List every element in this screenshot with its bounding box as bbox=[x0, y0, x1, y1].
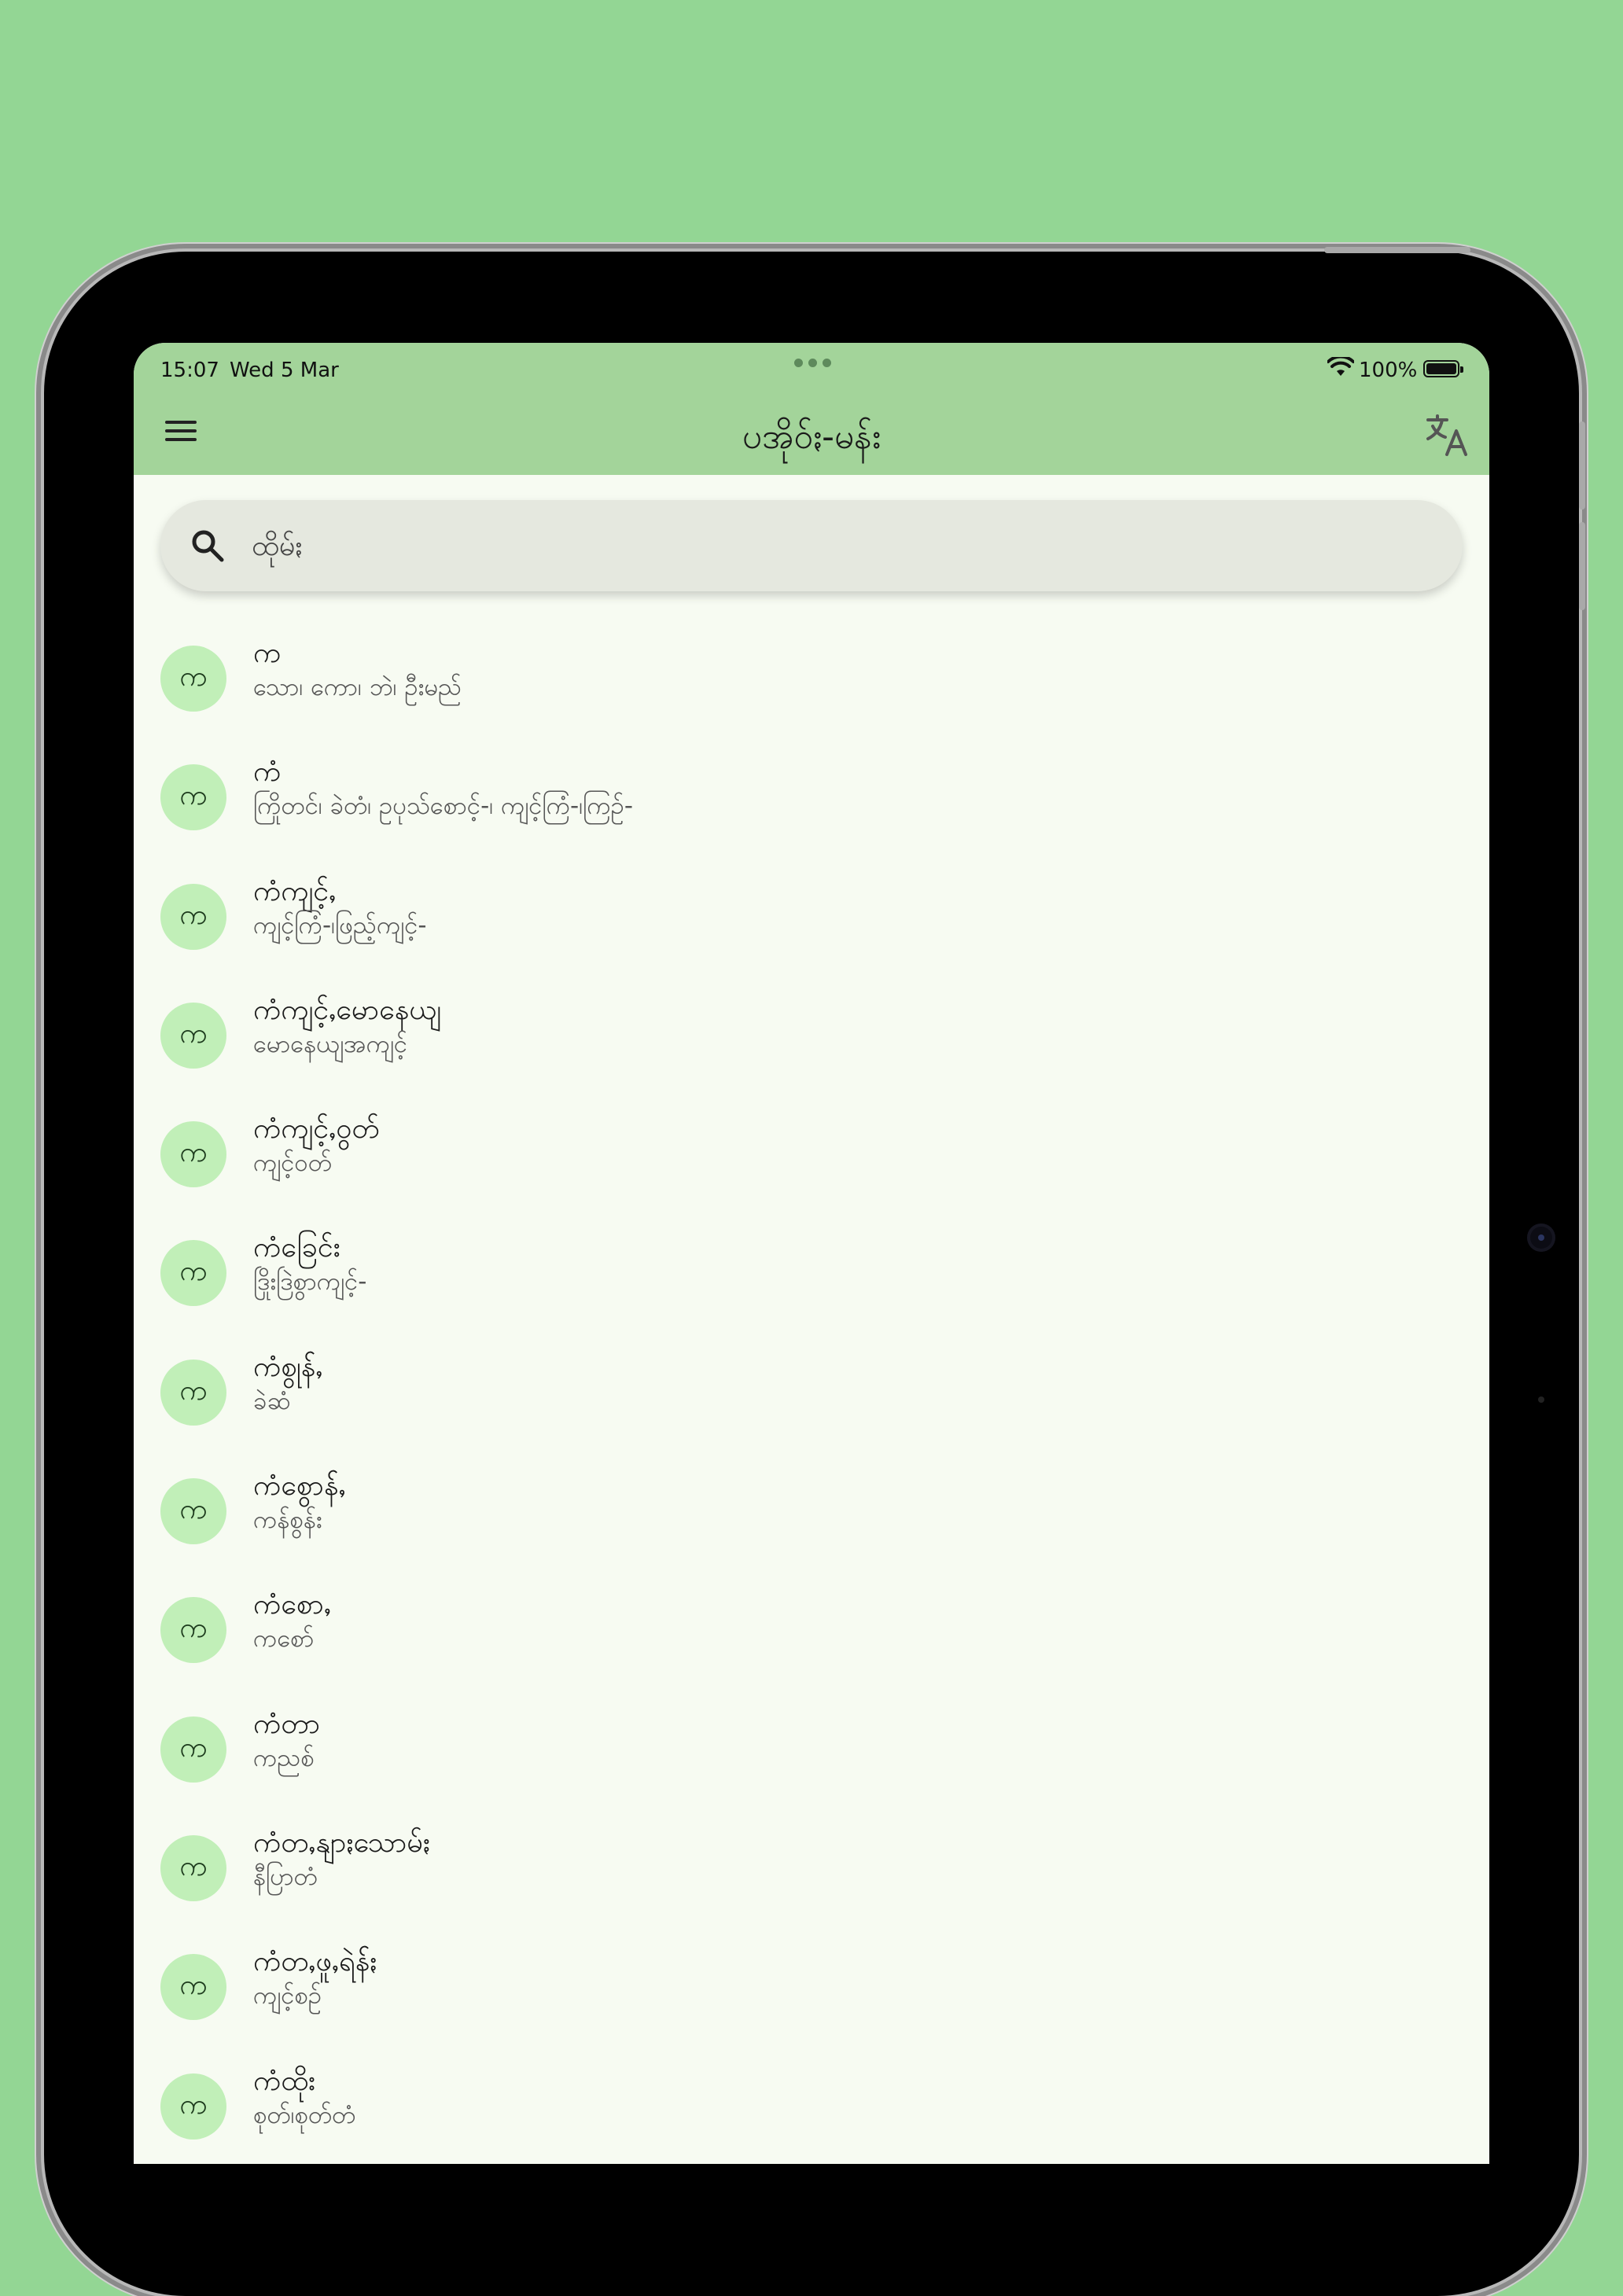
entry-meaning: ကြိုတင်၊ ခဲတံ၊ ဥပုသ်စောင့်-၊ ကျင့်ကြံ-၊က… bbox=[253, 792, 634, 821]
volume-down-button bbox=[1579, 522, 1585, 610]
letter-avatar: က bbox=[160, 1597, 226, 1664]
top-button bbox=[1324, 247, 1470, 253]
list-item[interactable]: က ကံခြေင်းဒြိုးဒြဲစွာကျင့်- bbox=[134, 1214, 1489, 1333]
list-item[interactable]: ကကသော၊ ကော၊ ဘဲ၊ ဦးမည် bbox=[134, 620, 1489, 738]
entry-word: ကံစွောန််ႇ bbox=[253, 1470, 346, 1503]
app-screen: 15:07 Wed 5 Mar 100% ပအိုဝ်ႏ-မန်း ထိုမ်ႏ… bbox=[134, 343, 1489, 2164]
list-item[interactable]: က ကံကျင့်ႇဝွတ်ကျင့်ဝတ် bbox=[134, 1095, 1489, 1214]
list-item[interactable]: က ကံတႇဖူႇရဲန််ႏ ကျင့်စဥ် bbox=[134, 1928, 1489, 2047]
list-item[interactable]: က ကံကျင့်ႇကျင့်ကြံ-၊ဖြည့်ကျင့်- bbox=[134, 858, 1489, 977]
list-item[interactable]: က ကံစွုန််ႇခဲဆံ bbox=[134, 1334, 1489, 1452]
entry-meaning: ကစော် bbox=[253, 1624, 315, 1654]
letter-avatar: က bbox=[160, 764, 226, 831]
status-time: 15:07 bbox=[160, 359, 219, 382]
entry-meaning: ဒြိုးဒြဲစွာကျင့်- bbox=[253, 1268, 367, 1297]
letter-avatar: က bbox=[160, 1002, 226, 1069]
letter-avatar: က bbox=[160, 1834, 226, 1901]
page-title: ပအိုဝ်ႏ-မန်း bbox=[742, 417, 881, 457]
multitasking-dots-icon[interactable] bbox=[794, 359, 831, 367]
letter-avatar: က bbox=[160, 1478, 226, 1545]
camera-icon bbox=[1527, 1223, 1555, 1252]
entry-word: ကံ bbox=[253, 756, 282, 789]
letter-avatar: က bbox=[160, 1240, 226, 1307]
list-item[interactable]: က ကံတာကညစ် bbox=[134, 1691, 1489, 1809]
entry-word: ကံထိုး bbox=[253, 2064, 316, 2097]
entry-meaning: သော၊ ကော၊ ဘဲ၊ ဦးမည် bbox=[253, 673, 462, 701]
list-item[interactable]: က ကံကျင့်ႇမောနေယျမောနေယျအကျင့် bbox=[134, 977, 1489, 1095]
letter-avatar: က bbox=[160, 883, 226, 950]
entry-meaning: စုတ်၊စုတ်တံ bbox=[253, 2100, 356, 2129]
status-bar: 15:07 Wed 5 Mar 100% bbox=[134, 343, 1489, 393]
status-date: Wed 5 Mar bbox=[230, 359, 339, 382]
entry-meaning: ကျင့်စဥ် bbox=[253, 1981, 322, 2011]
microphone-dot bbox=[1538, 1396, 1544, 1403]
entry-meaning: ကျင့်ဝတ် bbox=[253, 1149, 333, 1178]
app-bar: ပအိုဝ်ႏ-မန်း bbox=[134, 393, 1489, 475]
search-bar[interactable]: ထိုမ်ႏ bbox=[160, 500, 1463, 591]
list-item[interactable]: က ကံကြိုတင်၊ ခဲတံ၊ ဥပုသ်စောင့်-၊ ကျင့်ကြံ… bbox=[134, 738, 1489, 857]
letter-avatar: က bbox=[160, 646, 226, 712]
entry-meaning: ကျင့်ကြံ-၊ဖြည့်ကျင့်- bbox=[253, 911, 427, 940]
entry-word: ကံကျင့်ႇမောနေယျ bbox=[253, 993, 441, 1026]
entry-meaning: ကညစ် bbox=[253, 1743, 315, 1772]
entry-meaning: နီပြာတံ bbox=[253, 1862, 318, 1891]
search-icon[interactable] bbox=[189, 527, 226, 565]
entry-meaning: မောနေယျအကျင့် bbox=[253, 1029, 408, 1058]
word-list: ကကသော၊ ကော၊ ဘဲ၊ ဦးမည်ကကံ ကြိုတင်၊ ခဲတံ၊ ဥ… bbox=[134, 620, 1489, 2164]
entry-word: က bbox=[253, 637, 282, 669]
top-bar: 15:07 Wed 5 Mar 100% ပအိုဝ်ႏ-မန်း bbox=[134, 343, 1489, 475]
entry-word: ကံတႇနျာႏသောမ်ႏ bbox=[253, 1826, 430, 1859]
entry-word: ကံကျင့်ႇဝွတ် bbox=[253, 1113, 380, 1146]
wifi-icon bbox=[1327, 357, 1354, 376]
entry-word: ကံစွုန််ႇ bbox=[253, 1350, 323, 1383]
letter-avatar: က bbox=[160, 2073, 226, 2140]
letter-avatar: က bbox=[160, 1359, 226, 1426]
entry-word: ကံကျင့်ႇ bbox=[253, 874, 337, 907]
entry-word: ကံစောႇ bbox=[253, 1588, 331, 1621]
battery-icon bbox=[1423, 360, 1463, 377]
volume-up-button bbox=[1579, 421, 1585, 510]
entry-meaning: ခဲဆံ bbox=[253, 1386, 291, 1415]
search-input[interactable]: ထိုမ်ႏ bbox=[252, 527, 302, 569]
letter-avatar: က bbox=[160, 1121, 226, 1188]
battery-percentage: 100% bbox=[1359, 359, 1418, 382]
list-item[interactable]: က ကံစွောန််ႇကန်စွန်း bbox=[134, 1452, 1489, 1571]
entry-word: ကံတႇဖူႇရဲန််ႏ bbox=[253, 1945, 377, 1978]
list-item[interactable]: က ကံစောႇ ကစော် bbox=[134, 1571, 1489, 1690]
letter-avatar: က bbox=[160, 1954, 226, 2021]
list-item[interactable]: က ကံတႇနျာႏသောမ်ႏနီပြာတံ bbox=[134, 1809, 1489, 1928]
entry-word: ကံတာ bbox=[253, 1707, 321, 1740]
entry-meaning: ကန်စွန်း bbox=[253, 1506, 322, 1535]
translate-icon[interactable] bbox=[1423, 412, 1470, 459]
entry-word: ကံခြေင်း bbox=[253, 1231, 340, 1264]
letter-avatar: က bbox=[160, 1716, 226, 1783]
list-item[interactable]: က ကံထိုးစုတ်၊စုတ်တံ bbox=[134, 2048, 1489, 2164]
